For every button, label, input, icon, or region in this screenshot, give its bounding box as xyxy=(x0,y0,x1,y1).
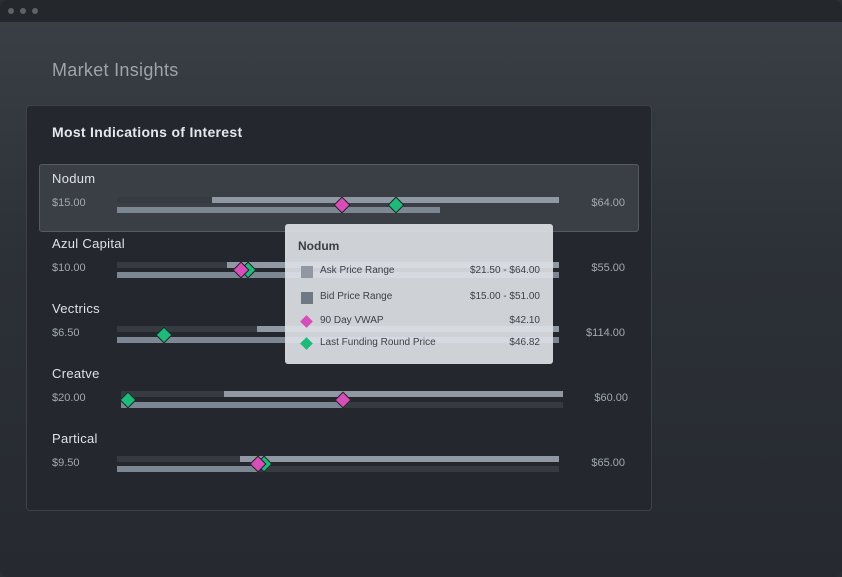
tooltip-title: Nodum xyxy=(298,239,340,253)
zoom-dot-icon[interactable] xyxy=(32,8,38,14)
ask-swatch-icon xyxy=(301,266,313,278)
tooltip-item-funding: Last Funding Round Price $46.82 xyxy=(298,336,540,352)
row-name: Azul Capital xyxy=(52,236,125,251)
tooltip-label: 90 Day VWAP xyxy=(320,315,384,326)
row-high-price: $64.00 xyxy=(591,197,625,209)
tooltip-value: $21.50 - $64.00 xyxy=(469,265,540,276)
bid-range-bar[interactable] xyxy=(121,402,343,408)
vwap-diamond-icon xyxy=(300,315,313,328)
row-name: Vectrics xyxy=(52,301,100,316)
row-low-price: $9.50 xyxy=(52,457,80,469)
bid-range-bar[interactable] xyxy=(117,466,258,472)
tooltip-label: Ask Price Range xyxy=(320,265,395,276)
row-low-price: $20.00 xyxy=(52,392,86,404)
tooltip-item-bid: Bid Price Range $15.00 - $51.00 xyxy=(298,290,540,306)
row-name: Creatve xyxy=(52,366,100,381)
tooltip-item-vwap: 90 Day VWAP $42.10 xyxy=(298,314,540,330)
tooltip-item-ask: Ask Price Range $21.50 - $64.00 xyxy=(298,264,540,280)
row-low-price: $6.50 xyxy=(52,327,80,339)
bid-swatch-icon xyxy=(301,292,313,304)
minimize-dot-icon[interactable] xyxy=(20,8,26,14)
tooltip-value: $42.10 xyxy=(509,315,540,326)
tooltip-value: $46.82 xyxy=(509,337,540,348)
row-high-price: $65.00 xyxy=(591,457,625,469)
row-high-price: $60.00 xyxy=(594,392,628,404)
card-title: Most Indications of Interest xyxy=(52,124,243,140)
close-dot-icon[interactable] xyxy=(8,8,14,14)
app-window: Market Insights Most Indications of Inte… xyxy=(0,0,842,577)
ask-range-bar[interactable] xyxy=(224,391,563,397)
row-high-price: $55.00 xyxy=(591,262,625,274)
tooltip-label: Bid Price Range xyxy=(320,291,393,302)
ask-range-bar[interactable] xyxy=(212,197,559,203)
window-titlebar xyxy=(0,0,842,22)
row-high-price: $114.00 xyxy=(586,327,625,339)
page-title: Market Insights xyxy=(52,60,179,80)
tooltip-label: Last Funding Round Price xyxy=(320,337,436,348)
row-low-price: $15.00 xyxy=(52,197,86,209)
row-name: Partical xyxy=(52,431,98,446)
funding-diamond-icon xyxy=(300,337,313,350)
tooltip-value: $15.00 - $51.00 xyxy=(469,291,540,302)
row-name: Nodum xyxy=(52,171,96,186)
ask-range-bar[interactable] xyxy=(240,456,559,462)
row-low-price: $10.00 xyxy=(52,262,86,274)
price-tooltip: Nodum Ask Price Range $21.50 - $64.00 Bi… xyxy=(285,224,553,364)
